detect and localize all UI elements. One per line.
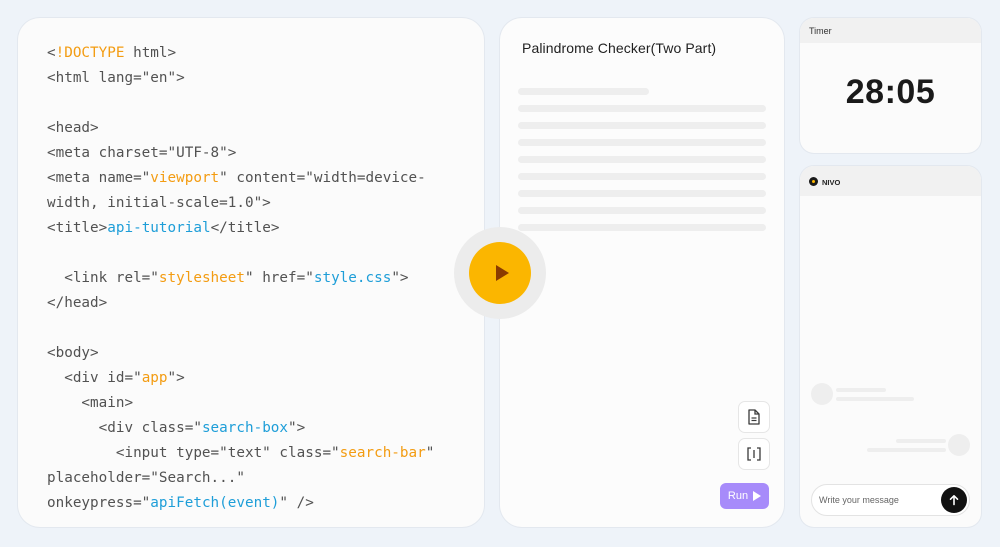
code-token: < (47, 45, 56, 61)
skeleton-line (518, 173, 766, 180)
code-token: html> (124, 45, 177, 61)
code-block: <!DOCTYPE html> <html lang="en"> <head> <me… (47, 41, 474, 516)
code-token: width, initial-scale=1.0"> (47, 195, 271, 211)
code-token: placeholder="Search..." (47, 470, 245, 486)
chat-panel: NIVO (800, 166, 981, 527)
code-token: !DOCTYPE (55, 45, 125, 61)
code-token: " /> (279, 495, 314, 511)
chat-header: NIVO (800, 166, 981, 196)
code-token: "> (288, 420, 306, 436)
problem-title: Palindrome Checker(Two Part) (522, 40, 717, 56)
code-token: <head> (47, 120, 99, 136)
avatar (811, 383, 833, 405)
code-token: <html lang="en"> (47, 70, 185, 86)
code-token: stylesheet (158, 270, 245, 286)
code-line: <body> (47, 341, 474, 366)
document-icon (748, 409, 760, 425)
code-line: <!DOCTYPE html> (47, 41, 474, 66)
skeleton-line (518, 156, 766, 163)
code-line: width, initial-scale=1.0"> (47, 191, 474, 216)
code-line: <div id="app"> (47, 366, 474, 391)
code-token: <main> (47, 395, 134, 411)
code-format-button[interactable] (738, 438, 770, 470)
code-line: onkeypress="apiFetch(event)" /> (47, 491, 474, 516)
code-token: search-bar (339, 445, 426, 461)
code-editor-panel: <!DOCTYPE html> <html lang="en"> <head> <me… (18, 18, 484, 527)
code-token: app (141, 370, 168, 386)
code-brackets-icon (747, 447, 761, 461)
code-line: <meta name="viewport" content="width=dev… (47, 166, 474, 191)
play-icon (753, 491, 762, 501)
code-line: placeholder="Search..." (47, 466, 474, 491)
code-token: apiFetch(event) (150, 495, 280, 511)
skeleton-line (518, 122, 766, 129)
code-token: api-tutorial (107, 220, 211, 236)
skeleton-line (518, 190, 766, 197)
code-token: <meta charset="UTF-8"> (47, 145, 237, 161)
code-line: <div class="search-box"> (47, 416, 474, 441)
skeleton-line (518, 105, 766, 112)
message-skeleton (867, 448, 946, 452)
chat-input-container (811, 484, 970, 516)
skeleton-line (518, 88, 649, 95)
code-token: <meta name=" (47, 170, 151, 186)
timer-panel: Timer 28:05 (800, 18, 981, 153)
run-button[interactable]: Run (720, 483, 769, 509)
code-token: search-box (201, 420, 289, 436)
skeleton-line (518, 224, 766, 231)
code-token: <link rel=" (47, 270, 159, 286)
code-token: </title> (210, 220, 280, 236)
code-token: " (425, 445, 435, 461)
timer-value: 28:05 (845, 73, 936, 111)
code-token: style.css (313, 270, 392, 286)
play-icon (495, 265, 509, 281)
skeleton-line (518, 207, 766, 214)
code-token: <body> (47, 345, 99, 361)
code-line: <title>api-tutorial</title> (47, 216, 474, 241)
code-token: " href=" (244, 270, 314, 286)
play-button[interactable] (469, 242, 531, 304)
code-token: </head> (47, 295, 108, 311)
message-skeleton (836, 388, 886, 392)
code-token: "> (391, 270, 409, 286)
code-line: <link rel="stylesheet" href="style.css"> (47, 266, 474, 291)
code-token: <input type="text" class=" (47, 445, 340, 461)
message-skeleton (896, 439, 946, 443)
code-token: <title> (47, 220, 108, 236)
code-token: viewport (150, 170, 220, 186)
code-line: <main> (47, 391, 474, 416)
code-token: "> (167, 370, 185, 386)
code-line: <html lang="en"> (47, 66, 474, 91)
code-line: </head> (47, 291, 474, 316)
play-button-ring (454, 227, 546, 319)
code-token: <div id=" (47, 370, 142, 386)
code-line: <head> (47, 116, 474, 141)
code-token: onkeypress=" (47, 495, 151, 511)
send-button[interactable] (941, 487, 967, 513)
chat-assistant-name: NIVO (822, 178, 841, 187)
chat-message-input[interactable] (819, 491, 937, 509)
timer-header: Timer (800, 18, 981, 43)
document-button[interactable] (738, 401, 770, 433)
skeleton-line (518, 139, 766, 146)
arrow-up-icon (949, 495, 959, 506)
code-line: <input type="text" class="search-bar" (47, 441, 474, 466)
message-skeleton (836, 397, 914, 401)
code-line: <meta charset="UTF-8"> (47, 141, 474, 166)
code-token: " content="width=device- (219, 170, 426, 186)
code-token: <div class=" (47, 420, 202, 436)
run-label: Run (727, 490, 749, 502)
timer-label: Timer (809, 26, 832, 36)
nivo-logo-icon (809, 177, 818, 186)
avatar (948, 434, 970, 456)
